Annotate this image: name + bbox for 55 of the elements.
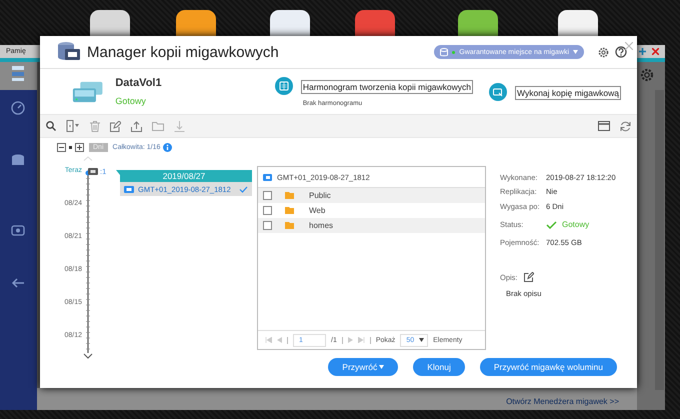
detail-value: Gotowy	[562, 220, 590, 229]
app-icon[interactable]	[270, 10, 310, 36]
manager-link[interactable]: Otwórz Menedżera migawek >>	[506, 397, 619, 406]
caret-icon	[379, 365, 384, 369]
calendar-icon[interactable]	[274, 76, 293, 94]
folder-name[interactable]: Web	[309, 206, 326, 215]
refresh-icon[interactable]	[620, 120, 631, 132]
collapse-icon[interactable]	[57, 143, 66, 152]
search-icon[interactable]	[46, 121, 56, 131]
edit-icon[interactable]	[110, 120, 121, 132]
date-header: 2019/08/27	[116, 170, 252, 182]
trash-icon[interactable]	[90, 120, 100, 132]
restore-menu-button[interactable]: Przywróć	[328, 358, 398, 376]
folder-name[interactable]: Public	[309, 191, 331, 200]
export-icon[interactable]	[131, 120, 142, 132]
app-icon[interactable]	[458, 10, 498, 36]
help-icon[interactable]	[615, 46, 627, 58]
snapshot-icon	[88, 168, 98, 175]
dialog-title: Manager kopii migawkowych	[87, 44, 280, 60]
snapshot-icon	[124, 186, 134, 192]
add-icon[interactable]	[639, 48, 646, 55]
storage-icon[interactable]	[10, 65, 26, 82]
checkbox[interactable]	[263, 191, 272, 200]
snapshot-manager-icon	[56, 41, 81, 63]
caret-icon	[419, 338, 424, 342]
settings-icon[interactable]	[639, 67, 655, 83]
app-icon[interactable]	[90, 10, 130, 36]
app-icon[interactable]	[176, 10, 216, 36]
volume-status: Gotowy	[115, 96, 147, 106]
database-icon	[440, 48, 448, 56]
gauge-icon[interactable]	[10, 100, 26, 117]
close-icon[interactable]	[652, 48, 659, 55]
volume-name: DataVol1	[115, 77, 163, 89]
action-button[interactable]: Klonuj	[413, 358, 465, 376]
scrollbar[interactable]	[655, 90, 664, 390]
action-button[interactable]: Przywróć migawkę woluminu	[480, 358, 617, 376]
check-icon	[239, 186, 248, 192]
caret-icon	[573, 50, 578, 54]
schedule-button[interactable]: Harmonogram tworzenia kopii migawkowych	[300, 80, 474, 94]
folder-name[interactable]: homes	[309, 221, 334, 230]
folder-icon[interactable]	[152, 121, 164, 131]
snapshot-folder-icon	[263, 174, 272, 180]
expand-icon[interactable]	[75, 143, 84, 152]
app-icon[interactable]	[558, 10, 598, 36]
chevron-down-icon[interactable]	[83, 353, 93, 359]
settings-icon[interactable]	[598, 46, 609, 58]
edit-icon[interactable]	[524, 272, 534, 282]
checkbox[interactable]	[263, 206, 272, 215]
check-icon	[546, 220, 557, 228]
checkbox[interactable]	[263, 221, 272, 230]
take-snapshot-button[interactable]: Wykonaj kopię migawkową	[515, 86, 621, 100]
info-icon[interactable]	[163, 143, 172, 152]
column-menu-icon[interactable]	[66, 120, 80, 132]
window-icon[interactable]	[598, 121, 610, 131]
snapshot-icon[interactable]	[489, 82, 508, 100]
